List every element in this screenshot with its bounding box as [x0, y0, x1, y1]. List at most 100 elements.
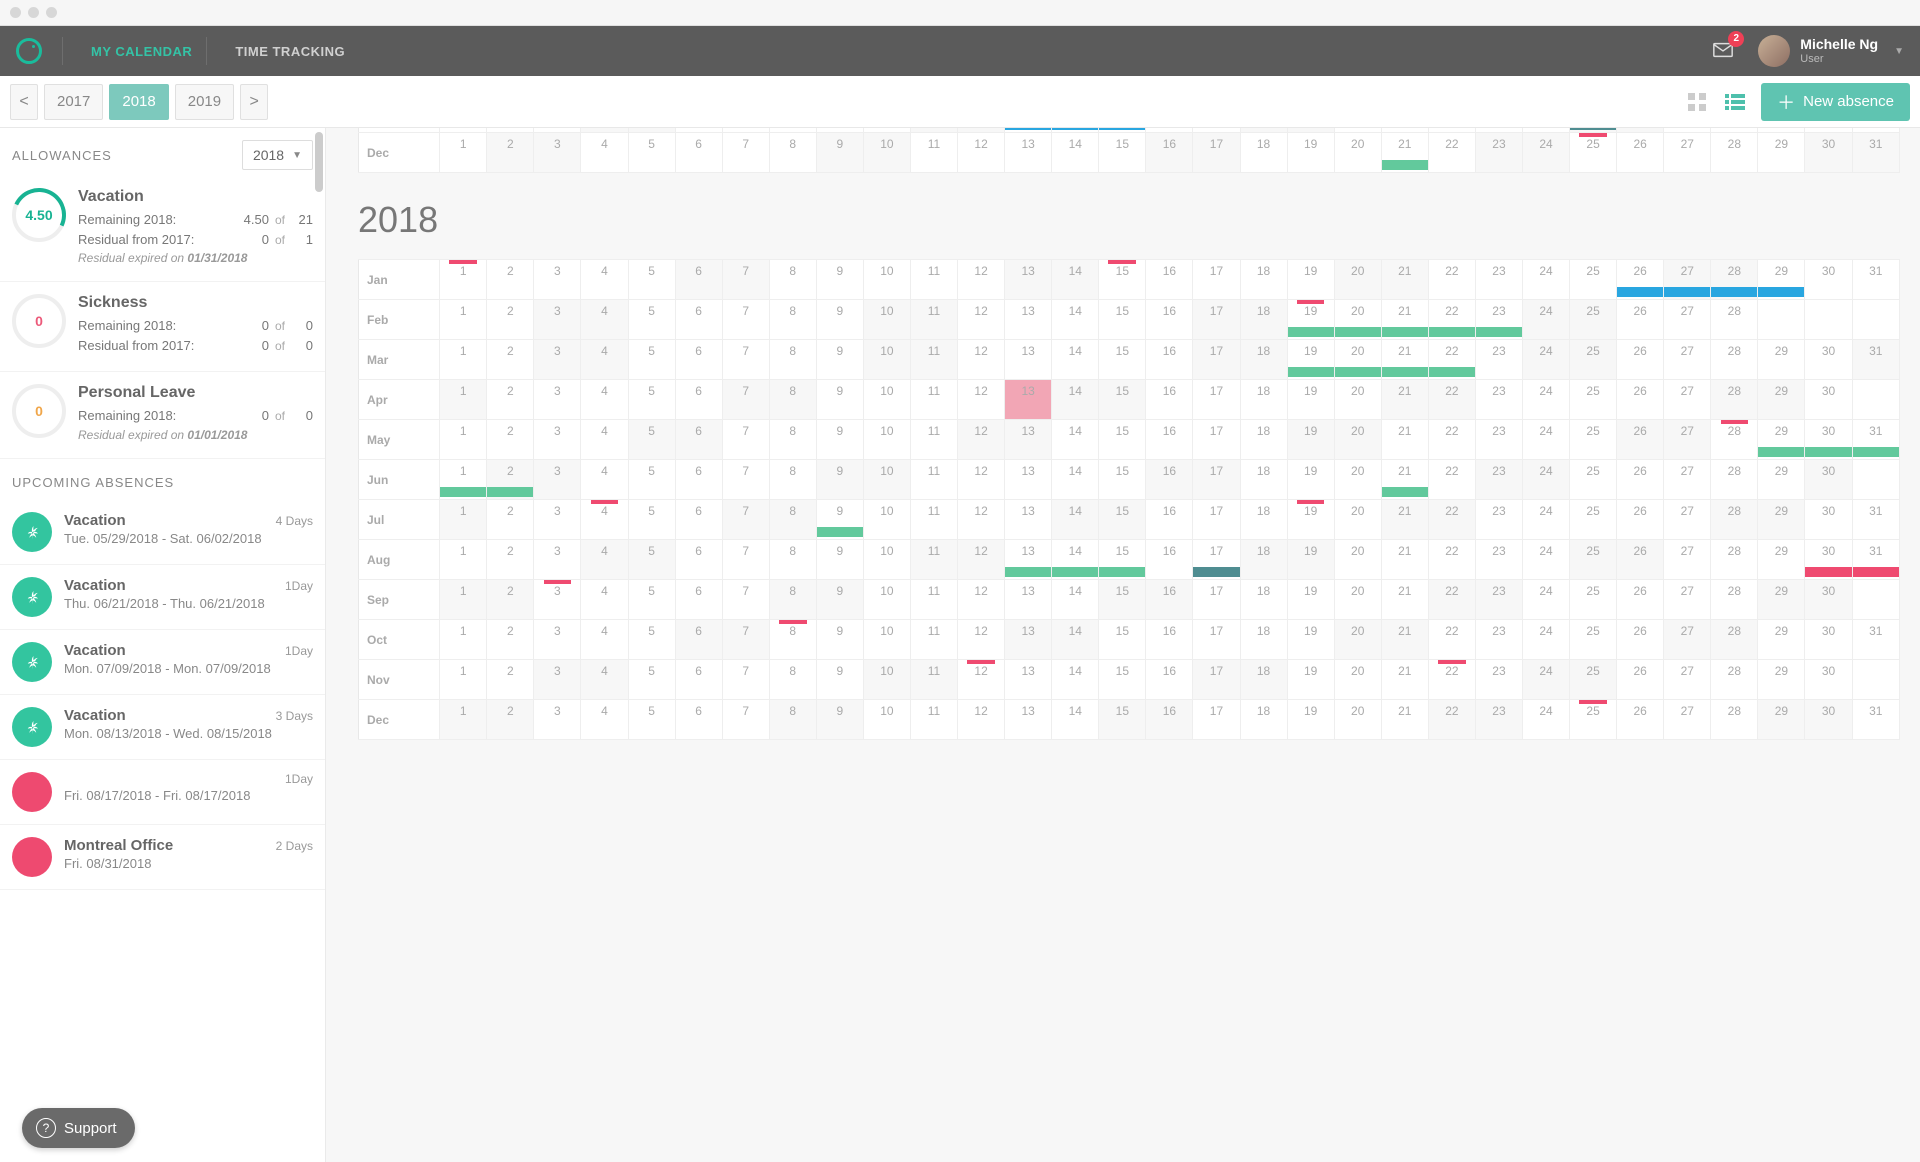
day-cell[interactable]: 25 [1570, 620, 1617, 660]
day-cell[interactable]: 4 [581, 260, 628, 300]
nav-tab-my-calendar[interactable]: MY CALENDAR [77, 44, 206, 59]
day-cell[interactable]: 7 [722, 420, 769, 460]
day-cell[interactable]: 2 [487, 300, 534, 340]
day-cell[interactable]: 19 [1287, 580, 1334, 620]
day-cell[interactable]: 26 [1617, 420, 1664, 460]
new-absence-button[interactable]: ＋ New absence [1761, 83, 1910, 121]
day-cell[interactable]: 16 [1146, 700, 1193, 740]
day-cell[interactable]: 27 [1664, 580, 1711, 620]
day-cell[interactable]: 30 [1805, 580, 1852, 620]
day-cell[interactable]: 6 [675, 700, 722, 740]
day-cell[interactable]: 4 [581, 540, 628, 580]
day-cell[interactable]: 21 [1381, 340, 1428, 380]
day-cell[interactable]: 26 [1617, 580, 1664, 620]
day-cell[interactable]: 8 [769, 133, 816, 173]
day-cell[interactable]: 12 [958, 300, 1005, 340]
day-cell[interactable]: 20 [1334, 700, 1381, 740]
day-cell[interactable]: 1 [440, 300, 487, 340]
day-cell[interactable]: 10 [863, 500, 910, 540]
day-cell[interactable]: 7 [722, 340, 769, 380]
day-cell[interactable]: 19 [1287, 660, 1334, 700]
day-cell[interactable]: 10 [863, 460, 910, 500]
day-cell[interactable]: 29 [1758, 460, 1805, 500]
day-cell[interactable]: 2 [487, 340, 534, 380]
upcoming-absence-item[interactable]: Vacation 1Day Mon. 07/09/2018 - Mon. 07/… [0, 630, 325, 695]
day-cell[interactable]: 25 [1570, 380, 1617, 420]
day-cell[interactable]: 16 [1146, 340, 1193, 380]
view-list-icon[interactable] [1719, 86, 1751, 118]
day-cell[interactable]: 15 [1099, 260, 1146, 300]
day-cell[interactable]: 16 [1146, 260, 1193, 300]
day-cell[interactable]: 21 [1381, 620, 1428, 660]
day-cell[interactable]: 22 [1428, 700, 1475, 740]
day-cell[interactable]: 24 [1522, 300, 1569, 340]
day-cell[interactable]: 7 [722, 660, 769, 700]
day-cell[interactable]: 3 [534, 380, 581, 420]
day-cell[interactable]: 23 [1475, 133, 1522, 173]
day-cell[interactable]: 25 [1570, 133, 1617, 173]
day-cell[interactable]: 8 [769, 580, 816, 620]
day-cell[interactable]: 19 [1287, 380, 1334, 420]
upcoming-absence-item[interactable]: 1Day Fri. 08/17/2018 - Fri. 08/17/2018 [0, 760, 325, 825]
allowance-item[interactable]: 0 Personal Leave Remaining 2018:0of0Resi… [0, 372, 325, 459]
day-cell[interactable]: 20 [1334, 300, 1381, 340]
day-cell[interactable]: 28 [1711, 260, 1758, 300]
day-cell[interactable]: 2 [487, 660, 534, 700]
day-cell[interactable]: 17 [1193, 260, 1240, 300]
day-cell[interactable]: 5 [628, 620, 675, 660]
day-cell[interactable]: 17 [1193, 660, 1240, 700]
day-cell[interactable]: 1 [440, 660, 487, 700]
day-cell[interactable]: 5 [628, 133, 675, 173]
day-cell[interactable]: 21 [1381, 660, 1428, 700]
day-cell[interactable]: 26 [1617, 500, 1664, 540]
day-cell[interactable]: 28 [1711, 700, 1758, 740]
day-cell[interactable]: 19 [1287, 460, 1334, 500]
day-cell[interactable]: 1 [440, 500, 487, 540]
day-cell[interactable]: 30 [1805, 460, 1852, 500]
day-cell[interactable]: 10 [863, 540, 910, 580]
day-cell[interactable]: 29 [1758, 700, 1805, 740]
day-cell[interactable]: 17 [1193, 420, 1240, 460]
day-cell[interactable]: 20 [1334, 580, 1381, 620]
day-cell[interactable]: 20 [1334, 380, 1381, 420]
day-cell[interactable]: 29 [1758, 620, 1805, 660]
day-cell[interactable]: 23 [1475, 300, 1522, 340]
day-cell[interactable]: 3 [534, 460, 581, 500]
day-cell[interactable]: 13 [1005, 660, 1052, 700]
day-cell[interactable]: 14 [1052, 700, 1099, 740]
view-grid-icon[interactable] [1681, 86, 1713, 118]
day-cell[interactable]: 4 [581, 500, 628, 540]
day-cell[interactable]: 27 [1664, 420, 1711, 460]
day-cell[interactable]: 19 [1287, 420, 1334, 460]
day-cell[interactable]: 17 [1193, 580, 1240, 620]
day-cell[interactable]: 10 [863, 380, 910, 420]
day-cell[interactable]: 11 [910, 540, 957, 580]
day-cell[interactable]: 6 [675, 300, 722, 340]
day-cell[interactable]: 6 [675, 420, 722, 460]
day-cell[interactable]: 28 [1711, 460, 1758, 500]
day-cell[interactable]: 15 [1099, 340, 1146, 380]
day-cell[interactable]: 13 [1005, 580, 1052, 620]
upcoming-absence-item[interactable]: Vacation 1Day Thu. 06/21/2018 - Thu. 06/… [0, 565, 325, 630]
day-cell[interactable]: 21 [1381, 540, 1428, 580]
day-cell[interactable]: 27 [1664, 620, 1711, 660]
day-cell[interactable]: 23 [1475, 500, 1522, 540]
day-cell[interactable]: 24 [1522, 660, 1569, 700]
day-cell[interactable]: 27 [1664, 380, 1711, 420]
day-cell[interactable]: 8 [769, 260, 816, 300]
day-cell[interactable]: 28 [1711, 380, 1758, 420]
day-cell[interactable]: 11 [910, 620, 957, 660]
day-cell[interactable]: 11 [910, 300, 957, 340]
day-cell[interactable]: 8 [769, 500, 816, 540]
day-cell[interactable]: 22 [1428, 300, 1475, 340]
day-cell[interactable]: 5 [628, 300, 675, 340]
day-cell[interactable]: 1 [440, 700, 487, 740]
day-cell[interactable]: 28 [1711, 300, 1758, 340]
day-cell[interactable]: 18 [1240, 700, 1287, 740]
day-cell[interactable]: 30 [1805, 420, 1852, 460]
day-cell[interactable]: 30 [1805, 660, 1852, 700]
day-cell[interactable]: 7 [722, 500, 769, 540]
day-cell[interactable]: 14 [1052, 420, 1099, 460]
day-cell[interactable]: 27 [1664, 133, 1711, 173]
day-cell[interactable]: 20 [1334, 540, 1381, 580]
